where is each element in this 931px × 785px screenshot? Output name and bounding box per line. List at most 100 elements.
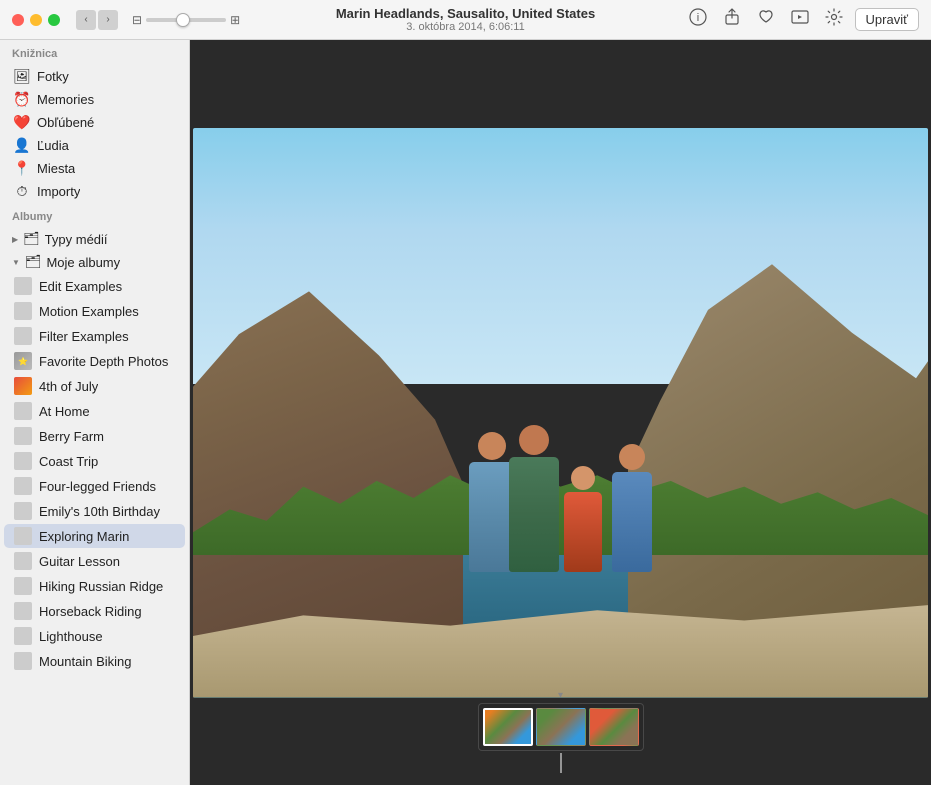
places-icon: 📍 — [14, 160, 30, 176]
maximize-button[interactable] — [48, 14, 60, 26]
sidebar-item-four-legged[interactable]: Four-legged Friends — [4, 474, 185, 498]
main-photo-container[interactable] — [190, 90, 931, 735]
person-1 — [469, 432, 514, 572]
my-albums-group[interactable]: ▼ 🗂 Moje albumy — [4, 251, 185, 273]
sidebar-item-guitar-lesson[interactable]: Guitar Lesson — [4, 549, 185, 573]
sidebar-item-mountain-biking[interactable]: Mountain Biking — [4, 649, 185, 673]
zoom-in-icon: ⊞ — [230, 13, 240, 27]
slideshow-button[interactable] — [787, 6, 813, 33]
sidebar-label-photos: Fotky — [37, 69, 69, 84]
person-3-head — [571, 466, 595, 490]
zoom-slider-container: ⊟ ⊞ — [132, 13, 240, 27]
sidebar-item-memories[interactable]: ⏰ Memories — [4, 88, 185, 110]
forward-button[interactable]: › — [98, 10, 118, 30]
sidebar-item-berry-farm[interactable]: Berry Farm — [4, 424, 185, 448]
thumbnail-2[interactable] — [536, 708, 586, 746]
mountain-biking-thumb — [14, 652, 32, 670]
sidebar-item-emilys-birthday[interactable]: Emily's 10th Birthday — [4, 499, 185, 523]
sidebar-item-4th-july[interactable]: 4th of July — [4, 374, 185, 398]
sidebar-item-filter-examples[interactable]: Filter Examples — [4, 324, 185, 348]
sidebar-item-at-home[interactable]: At Home — [4, 399, 185, 423]
four-legged-thumb — [14, 477, 32, 495]
sidebar-item-motion-examples[interactable]: Motion Examples — [4, 299, 185, 323]
sidebar-label-people: Ľudia — [37, 138, 69, 153]
info-button[interactable]: i — [685, 6, 711, 33]
sidebar-item-coast-trip[interactable]: Coast Trip — [4, 449, 185, 473]
sidebar-item-favorites[interactable]: ❤️ Obľúbené — [4, 111, 185, 133]
motion-examples-label: Motion Examples — [39, 304, 139, 319]
svg-text:i: i — [696, 12, 698, 24]
sidebar-item-horseback[interactable]: Horseback Riding — [4, 599, 185, 623]
sidebar-item-lighthouse[interactable]: Lighthouse — [4, 624, 185, 648]
sidebar-item-hiking-russian[interactable]: Hiking Russian Ridge — [4, 574, 185, 598]
person-2-body — [509, 457, 559, 572]
title-center: Marin Headlands, Sausalito, United State… — [336, 6, 595, 33]
title-bar: ‹ › ⊟ ⊞ Marin Headlands, Sausalito, Unit… — [0, 0, 931, 40]
minimize-button[interactable] — [30, 14, 42, 26]
favorite-button[interactable] — [753, 6, 779, 33]
favorite-depth-thumb: ⭐ — [14, 352, 32, 370]
edit-button[interactable]: Upraviť — [855, 8, 919, 31]
window-buttons — [12, 14, 60, 26]
exploring-marin-thumb — [14, 527, 32, 545]
toolbar-right: i Upraviť — [685, 6, 919, 33]
share-button[interactable] — [719, 6, 745, 33]
thumbnails-row — [478, 703, 644, 751]
strip-line — [560, 753, 562, 773]
person-4 — [612, 444, 652, 572]
emilys-birthday-thumb — [14, 502, 32, 520]
imports-icon: ⏱ — [14, 183, 30, 199]
person-4-body — [612, 472, 652, 572]
zoom-slider-track[interactable] — [146, 18, 226, 22]
media-types-triangle: ▶ — [12, 235, 18, 244]
thumbnail-1[interactable] — [483, 708, 533, 746]
sidebar-item-places[interactable]: 📍 Miesta — [4, 157, 185, 179]
sidebar-item-imports[interactable]: ⏱ Importy — [4, 180, 185, 202]
4th-july-label: 4th of July — [39, 379, 98, 394]
filter-examples-label: Filter Examples — [39, 329, 129, 344]
sidebar-label-favorites: Obľúbené — [37, 115, 94, 130]
sidebar-item-edit-examples[interactable]: Edit Examples — [4, 274, 185, 298]
thumbnail-strip: ▾ — [478, 690, 644, 773]
person-3-body — [564, 492, 602, 572]
close-button[interactable] — [12, 14, 24, 26]
person-2-head — [519, 425, 549, 455]
media-types-label: Typy médií — [45, 232, 108, 247]
4th-july-thumb — [14, 377, 32, 395]
edit-examples-thumb — [14, 277, 32, 295]
at-home-label: At Home — [39, 404, 90, 419]
photo-scene — [193, 128, 928, 698]
nav-arrows: ‹ › — [76, 10, 118, 30]
exploring-marin-label: Exploring Marin — [39, 529, 129, 544]
photo-title: Marin Headlands, Sausalito, United State… — [336, 6, 595, 21]
sidebar-item-photos[interactable]: 🖼 Fotky — [4, 65, 185, 87]
my-albums-triangle: ▼ — [12, 258, 20, 267]
berry-farm-label: Berry Farm — [39, 429, 104, 444]
sidebar-item-exploring-marin[interactable]: Exploring Marin — [4, 524, 185, 548]
title-bar-left: ‹ › ⊟ ⊞ — [12, 10, 240, 30]
sidebar-label-imports: Importy — [37, 184, 80, 199]
thumbnail-1-inner — [485, 710, 531, 744]
sidebar-item-people[interactable]: 👤 Ľudia — [4, 134, 185, 156]
zoom-slider-thumb[interactable] — [176, 13, 190, 27]
filter-examples-thumb — [14, 327, 32, 345]
four-legged-label: Four-legged Friends — [39, 479, 156, 494]
horseback-thumb — [14, 602, 32, 620]
sidebar-item-favorite-depth[interactable]: ⭐ Favorite Depth Photos — [4, 349, 185, 373]
guitar-lesson-thumb — [14, 552, 32, 570]
people-icon: 👤 — [14, 137, 30, 153]
person-1-head — [478, 432, 506, 460]
edit-examples-label: Edit Examples — [39, 279, 122, 294]
person-4-head — [619, 444, 645, 470]
thumbnail-3[interactable] — [589, 708, 639, 746]
my-albums-icon: 🗂 — [25, 254, 42, 270]
person-2 — [509, 425, 559, 572]
sidebar-label-places: Miesta — [37, 161, 75, 176]
main-area: Knižnica 🖼 Fotky ⏰ Memories ❤️ Obľúbené … — [0, 40, 931, 785]
hiking-russian-thumb — [14, 577, 32, 595]
media-types-group[interactable]: ▶ 🗂 Typy médií — [4, 228, 185, 250]
back-button[interactable]: ‹ — [76, 10, 96, 30]
emilys-birthday-label: Emily's 10th Birthday — [39, 504, 160, 519]
lighthouse-label: Lighthouse — [39, 629, 103, 644]
settings-button[interactable] — [821, 6, 847, 33]
